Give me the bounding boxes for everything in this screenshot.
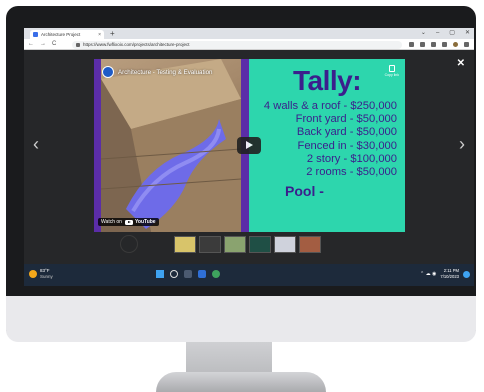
tally-item: Front yard - $50,000 — [295, 113, 397, 126]
thumbnail-strip — [174, 236, 321, 253]
weather-condition: Sunny — [40, 274, 53, 279]
weather-widget[interactable]: 83°F Sunny — [29, 268, 53, 280]
bookmark-star-icon[interactable] — [420, 42, 425, 47]
nav-buttons: ← → C — [28, 40, 56, 49]
new-tab-button[interactable]: + — [110, 29, 115, 38]
tally-item: 2 story - $100,000 — [306, 152, 397, 165]
tab-close-icon[interactable]: × — [98, 32, 101, 38]
watch-on-label: Watch on — [101, 219, 122, 225]
tally-item: Back yard - $50,000 — [296, 126, 397, 139]
extensions-icon[interactable] — [431, 42, 436, 47]
tab-title: Architecture Project — [41, 32, 81, 37]
sun-icon — [29, 270, 37, 278]
tally-item: 2 rooms - $50,000 — [306, 166, 397, 179]
taskbar-apps — [156, 270, 220, 278]
maximize-button[interactable]: ▢ — [449, 29, 455, 38]
lock-icon — [76, 42, 80, 47]
back-button[interactable]: ← — [28, 40, 34, 49]
forward-button[interactable]: → — [40, 40, 46, 49]
gallery-thumbnail[interactable] — [249, 236, 271, 253]
menu-kebab-icon[interactable] — [464, 42, 469, 47]
video-header: Architecture - Testing & Evaluation — [102, 66, 212, 78]
monitor-stand-base — [156, 372, 326, 392]
windows-start-icon[interactable] — [156, 270, 164, 278]
system-tray: ⌃ ☁ ◉ 2:11 PM 7/10/2023 — [420, 268, 470, 280]
gallery-thumbnail[interactable] — [299, 236, 321, 253]
tally-item: 4 walls & a roof - $250,000 — [263, 100, 397, 112]
clock[interactable]: 2:11 PM 7/10/2023 — [440, 268, 459, 280]
media-lightbox: ✕ ‹ › Tally: 4 walls & a roof - $250,000… — [24, 50, 474, 264]
copy-icon — [388, 65, 395, 72]
task-view-icon[interactable] — [184, 270, 192, 278]
profile-avatar[interactable] — [453, 42, 458, 47]
channel-avatar[interactable] — [102, 66, 114, 78]
video-title[interactable]: Architecture - Testing & Evaluation — [118, 69, 212, 76]
browser-tab-bar: Architecture Project × + ⌄ – ▢ ✕ — [24, 28, 474, 39]
gallery-thumbnail[interactable] — [174, 236, 196, 253]
chat-icon[interactable] — [198, 270, 206, 278]
close-window-button[interactable]: ✕ — [465, 29, 470, 38]
youtube-video-player[interactable]: Tally: 4 walls & a roof - $250,000 Front… — [94, 59, 405, 232]
tray-icons[interactable]: ⌃ ☁ ◉ — [420, 271, 436, 277]
clock-date: 7/10/2023 — [440, 274, 459, 279]
tally-list: 4 walls & a roof - $250,000 Front yard -… — [264, 100, 397, 179]
cardboard-model-illustration — [101, 59, 241, 232]
next-arrow-icon[interactable]: › — [459, 134, 465, 155]
tally-item: Fenced in - $30,000 — [297, 139, 397, 152]
browser-tab[interactable]: Architecture Project × — [30, 30, 104, 39]
watch-on-youtube-button[interactable]: Watch on YouTube — [98, 218, 159, 226]
notification-icon[interactable] — [463, 270, 470, 278]
screen: Architecture Project × + ⌄ – ▢ ✕ ← → C h… — [24, 28, 474, 286]
left-accent-bar — [94, 59, 101, 232]
site-favicon-icon — [33, 32, 38, 37]
cardboard-model-photo — [94, 59, 249, 232]
gallery-thumbnail[interactable] — [274, 236, 296, 253]
tab-search-icon[interactable]: ⌄ — [421, 29, 426, 38]
play-button[interactable] — [237, 137, 261, 154]
pool-line: Pool - — [285, 183, 324, 199]
minimize-button[interactable]: – — [436, 29, 439, 38]
copy-link-label: Copy link — [384, 73, 399, 77]
address-bar: ← → C https://www.fwflixoix.com/projects… — [24, 39, 474, 50]
taskbar: 83°F Sunny ⌃ ☁ ◉ 2:11 PM 7/10/2023 — [24, 264, 474, 286]
window-controls: ⌄ – ▢ ✕ — [421, 29, 470, 38]
youtube-brand: YouTube — [134, 219, 156, 225]
monitor-chin — [6, 296, 476, 342]
url-field[interactable]: https://www.fwflixoix.com/projects/archi… — [72, 40, 402, 49]
gallery-thumbnail[interactable] — [224, 236, 246, 253]
youtube-logo-icon — [124, 219, 133, 225]
slide-heading: Tally: — [292, 65, 362, 96]
faint-play-icon — [120, 235, 138, 253]
chrome-icon[interactable] — [212, 270, 220, 278]
url-text: https://www.fwflixoix.com/projects/archi… — [83, 42, 190, 47]
gallery-thumbnail[interactable] — [199, 236, 221, 253]
search-icon[interactable] — [170, 270, 178, 278]
share-icon[interactable] — [409, 42, 414, 47]
lightbox-close-button[interactable]: ✕ — [457, 58, 465, 69]
copy-link-button[interactable]: Copy link — [385, 65, 399, 77]
previous-arrow-icon[interactable]: ‹ — [33, 134, 39, 155]
monitor: Architecture Project × + ⌄ – ▢ ✕ ← → C h… — [6, 6, 476, 340]
tally-slide: Tally: 4 walls & a roof - $250,000 Front… — [249, 59, 405, 232]
sidebar-icon[interactable] — [442, 42, 447, 47]
reload-button[interactable]: C — [52, 40, 56, 49]
browser-toolbar-icons — [409, 40, 469, 49]
